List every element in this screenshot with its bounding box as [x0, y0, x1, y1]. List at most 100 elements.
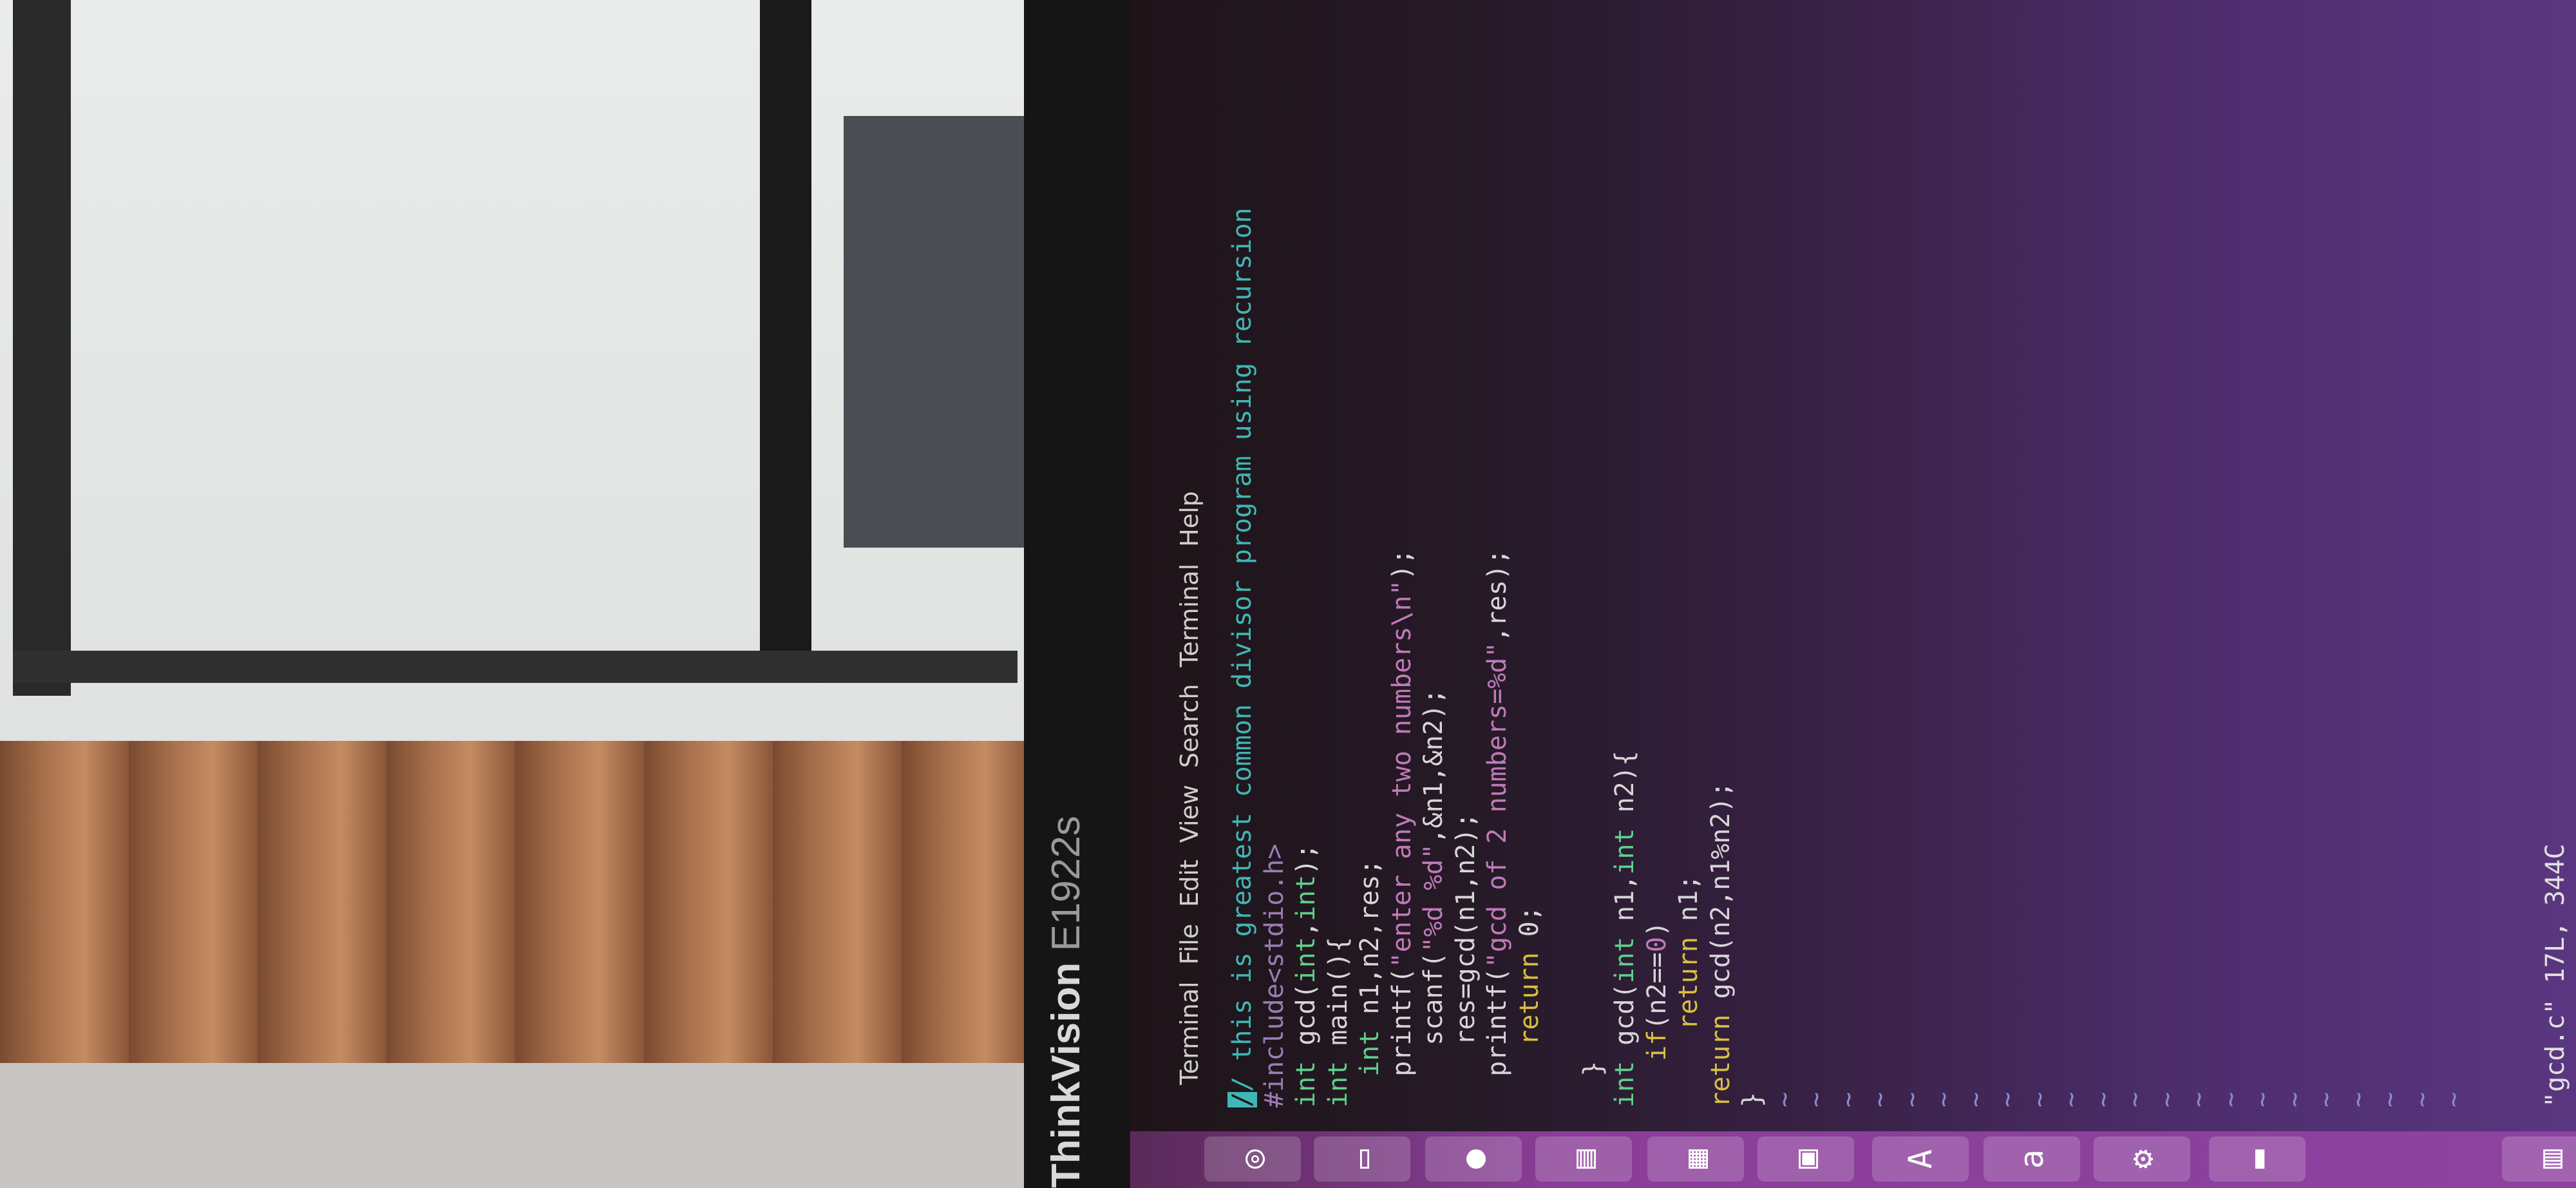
- code-token: res=gcd(n1,n2);: [1450, 812, 1481, 1107]
- menu-terminal[interactable]: Terminal: [1175, 981, 1208, 1085]
- status-line: "gcd.c" 17L, 344C: [2541, 843, 2570, 1107]
- code-line: printf("gcd of 2 numbers=%d",res);: [1482, 207, 1514, 1107]
- window-frame: [13, 0, 71, 696]
- code-token: scanf(: [1419, 952, 1448, 1107]
- code-token: n1;: [1674, 874, 1703, 937]
- firefox-icon[interactable]: ●: [1425, 1136, 1522, 1182]
- menu-search[interactable]: Search: [1175, 684, 1208, 768]
- code-token: return: [1514, 952, 1544, 1046]
- code-token: int: [1291, 1060, 1321, 1107]
- code-token: int: [1291, 937, 1321, 984]
- code-token: ): [1642, 921, 1672, 937]
- wooden-shelf: [0, 741, 1030, 1063]
- code-token: int: [1291, 874, 1321, 921]
- monitor-brand-logo: ThinkVision E1922s: [1044, 816, 1088, 1188]
- empty-line-marker: ~: [1929, 1091, 1958, 1107]
- trash-icon[interactable]: ▥: [2502, 1136, 2576, 1182]
- code-line: // this is greatest common divisor progr…: [1227, 207, 1259, 1107]
- empty-line-marker: ~: [2311, 1091, 2341, 1107]
- code-token: int: [1323, 1060, 1353, 1107]
- code-token: (n2==: [1642, 952, 1672, 1030]
- empty-line-marker: ~: [1801, 1091, 1831, 1107]
- launcher-dock: ◎ ▭ ● ▤ ▦ ▣ Aa ⚙ ▬ ▥: [1130, 1131, 2576, 1188]
- calc-icon[interactable]: ▦: [1647, 1136, 1744, 1182]
- empty-line-marker: ~: [2056, 1091, 2086, 1107]
- empty-line-marker: ~: [1769, 1091, 1799, 1107]
- code-line: }: [1578, 207, 1610, 1107]
- code-token: "gcd of 2 numbers=%d": [1482, 642, 1512, 968]
- code-token: printf(: [1387, 968, 1417, 1107]
- amazon-icon[interactable]: a: [1984, 1136, 2080, 1182]
- window-view: [844, 116, 1024, 548]
- empty-line-marker: ~: [1960, 1091, 1991, 1107]
- code-token: }: [1738, 1091, 1767, 1107]
- code-line: int n1,n2,res;: [1354, 207, 1387, 1107]
- code-line: return 0;: [1514, 207, 1546, 1107]
- empty-line-marker: ~: [2152, 1091, 2182, 1107]
- code-token: "%d %d": [1419, 843, 1448, 953]
- code-token: gcd(n2,n1%n2);: [1705, 781, 1736, 1015]
- terminal-window: ◎ ▭ ● ▤ ▦ ▣ Aa ⚙ ▬ ▥ Terminal File Edit View Search Te…: [1130, 0, 2576, 1188]
- code-token: gcd(: [1291, 983, 1321, 1061]
- files-icon[interactable]: ▭: [1314, 1136, 1410, 1182]
- code-token: gcd(: [1610, 983, 1640, 1061]
- code-token: }: [1578, 1060, 1608, 1107]
- menu-view[interactable]: View: [1175, 785, 1208, 843]
- menu-bar: Terminal File Edit View Search Terminal Help: [1175, 491, 1208, 1085]
- empty-line-marker: ~: [2215, 1091, 2246, 1107]
- code-token: "enter any two numbers\n": [1387, 580, 1417, 968]
- code-token: return: [1674, 937, 1703, 1030]
- vim-editor[interactable]: // this is greatest common divisor progr…: [1227, 207, 2470, 1107]
- empty-line-marker: ~: [2088, 1091, 2118, 1107]
- impress-icon[interactable]: ▣: [1757, 1136, 1854, 1182]
- code-token: return: [1705, 1014, 1736, 1108]
- code-token: n2){: [1610, 751, 1640, 829]
- software-center-icon[interactable]: A: [1872, 1136, 1969, 1182]
- window-sill: [13, 651, 1018, 683]
- empty-line-marker: ~: [2407, 1091, 2437, 1107]
- menu-edit[interactable]: Edit: [1175, 859, 1208, 907]
- ubuntu-icon[interactable]: ◎: [1204, 1136, 1301, 1182]
- code-token: int: [1355, 1030, 1385, 1077]
- empty-line-marker: ~: [2279, 1091, 2309, 1107]
- code-line: int main(){: [1323, 207, 1355, 1107]
- code-token: ,res);: [1482, 549, 1512, 642]
- menu-help[interactable]: Help: [1175, 491, 1208, 547]
- code-line: scanf("%d %d",&n1,&n2);: [1418, 207, 1450, 1107]
- code-line: if(n2==0): [1642, 207, 1674, 1107]
- code-token: ,: [1291, 921, 1321, 937]
- code-line: int gcd(int,int);: [1291, 207, 1323, 1107]
- code-token: );: [1387, 549, 1417, 580]
- empty-line-marker: ~: [1833, 1091, 1863, 1107]
- cursor: /: [1227, 1091, 1257, 1107]
- code-token: printf(: [1482, 968, 1512, 1107]
- code-token: n1,n2,res;: [1355, 859, 1385, 1030]
- menu-file[interactable]: File: [1175, 924, 1208, 965]
- empty-line-marker: ~: [2024, 1091, 2054, 1107]
- empty-line-marker: ~: [2248, 1091, 2277, 1107]
- code-token: if: [1642, 1030, 1672, 1061]
- code-line: return gcd(n2,n1%n2);: [1705, 207, 1738, 1107]
- settings-icon[interactable]: ⚙: [2094, 1136, 2190, 1182]
- room-background: [0, 0, 1030, 1188]
- code-token: / this is greatest common divisor progra…: [1227, 207, 1257, 1092]
- empty-line-marker: ~: [2120, 1091, 2150, 1107]
- empty-line-marker: ~: [2343, 1091, 2373, 1107]
- code-line: #include<stdio.h>: [1259, 207, 1291, 1107]
- writer-icon[interactable]: ▤: [1535, 1136, 1632, 1182]
- menu-terminal[interactable]: Terminal: [1175, 564, 1208, 667]
- code-token: 0;: [1514, 905, 1544, 953]
- terminal-icon[interactable]: ▬: [2209, 1136, 2306, 1182]
- code-token: 0: [1642, 937, 1672, 953]
- code-line: }: [1737, 207, 1769, 1107]
- code-token: int: [1610, 828, 1640, 875]
- window-frame: [760, 0, 811, 651]
- code-token: main(){: [1323, 937, 1353, 1061]
- code-token: int: [1610, 937, 1640, 984]
- code-line: printf("enter any two numbers\n");: [1387, 207, 1419, 1107]
- floor: [0, 1063, 1030, 1188]
